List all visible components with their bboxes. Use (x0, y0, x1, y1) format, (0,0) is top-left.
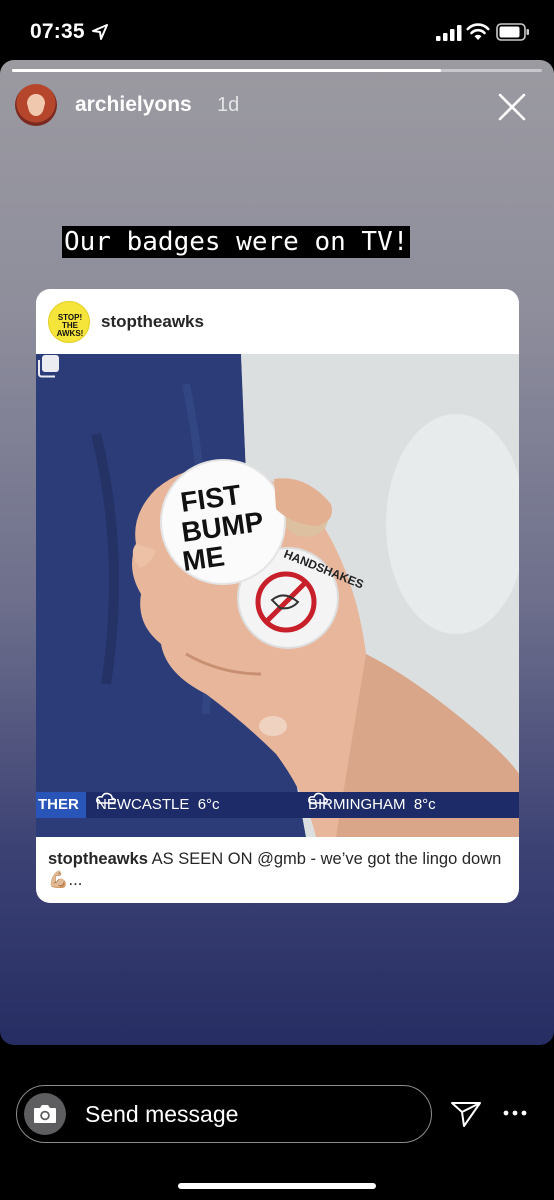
send-message-field[interactable]: Send message (16, 1085, 432, 1143)
story-time-ago: 1d (217, 94, 240, 116)
post-caption-username[interactable]: stoptheawks (48, 850, 148, 868)
post-caption: stoptheawks AS SEEN ON @gmb - we’ve got … (48, 849, 508, 891)
story-caption: Our badges were on TV! (62, 226, 411, 258)
post-avatar-logo: STOP! THE AWKS! (56, 313, 84, 338)
story-viewer[interactable]: archielyons 1d Our badges were on TV! ST… (0, 60, 554, 1045)
cellular-signal-icon (436, 25, 462, 41)
home-indicator[interactable] (178, 1183, 376, 1189)
story-username[interactable]: archielyons (75, 93, 192, 117)
shared-post-card[interactable]: STOP! THE AWKS! stoptheawks FIST BUMP ME… (36, 289, 519, 903)
post-photo: FIST BUMP ME HANDSHAKES (36, 354, 519, 837)
badge-line-3: ME (181, 540, 227, 577)
story-header: archielyons 1d (15, 84, 545, 126)
post-avatar[interactable]: STOP! THE AWKS! (48, 301, 90, 343)
message-placeholder: Send message (85, 1101, 239, 1127)
wifi-icon (466, 23, 490, 40)
close-icon[interactable] (497, 92, 527, 122)
ticker-head: THER (36, 792, 86, 818)
status-bar: 07:35 (0, 0, 554, 62)
post-username[interactable]: stoptheawks (101, 312, 204, 332)
post-image[interactable]: FIST BUMP ME HANDSHAKES THER NEWCASTLE 6… (36, 354, 519, 837)
ticker-temp: 6°c (197, 796, 220, 813)
story-progress-bar (12, 69, 542, 72)
location-arrow-icon (92, 24, 108, 40)
more-icon[interactable] (503, 1108, 527, 1118)
ticker-item: BIRMINGHAM 8°c (308, 792, 436, 818)
cloud-icon (308, 792, 328, 804)
camera-icon (34, 1105, 56, 1123)
status-time: 07:35 (30, 20, 85, 43)
post-header: STOP! THE AWKS! stoptheawks (36, 289, 519, 354)
story-progress-fill (12, 69, 442, 72)
camera-button[interactable] (24, 1093, 66, 1135)
ticker-item: NEWCASTLE 6°c (96, 792, 220, 818)
avatar[interactable] (15, 84, 57, 126)
send-icon[interactable] (450, 1098, 482, 1130)
battery-icon (496, 23, 529, 41)
cloud-icon (96, 792, 116, 804)
ticker-temp: 8°c (413, 796, 436, 813)
multiple-photos-icon (38, 355, 59, 378)
tv-weather-ticker: THER NEWCASTLE 6°c BIRMINGHAM 8°c (36, 792, 519, 818)
